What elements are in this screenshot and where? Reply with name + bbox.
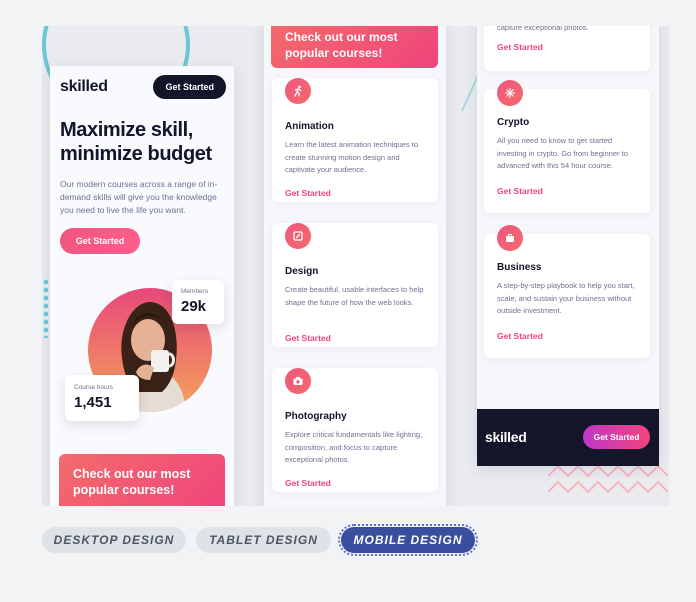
course-description: Explore critical fundamentals like light… [285,430,423,464]
course-card-animation: Animation Learn the latest animation tec… [272,78,438,202]
course-title: Business [497,262,542,273]
course-title: Photography [285,411,347,422]
tab-tablet-design[interactable]: TABLET DESIGN [196,527,331,553]
popular-courses-banner-2: Check out our most popular courses! [271,26,438,68]
members-value: 29k [181,298,207,315]
briefcase-icon [497,225,523,251]
members-stat-card: Members 29k [172,280,224,324]
mobile-screen-courses: Check out our most popular courses! Anim… [264,26,446,506]
course-get-started-link[interactable]: Get Started [497,331,543,341]
course-get-started-link[interactable]: Get Started [285,478,331,488]
course-description: Create beautiful, usable interfaces to h… [285,285,424,307]
popular-courses-text: Check out our most popular courses! [73,467,191,497]
crypto-icon [497,80,523,106]
course-card-photography-end: capture exceptional photos. Get Started [484,26,650,71]
camera-icon [285,368,311,394]
course-card-crypto: Crypto All you need to know to get start… [484,80,650,213]
popular-courses-banner: Check out our most popular courses! [59,454,225,506]
decorative-zigzag [548,464,668,494]
course-title: Design [285,266,319,277]
footer-get-started-button[interactable]: Get Started [583,425,650,449]
course-get-started-link[interactable]: Get Started [497,42,543,52]
course-hours-label: Course hours [74,384,114,391]
running-figure-icon [285,78,311,104]
course-hours-value: 1,451 [74,394,112,411]
mobile-screen-footer: capture exceptional photos. Get Started … [477,26,659,466]
course-description: All you need to know to get started inve… [497,136,628,170]
course-card-design: Design Create beautiful, usable interfac… [272,223,438,347]
footer: skilled Get Started [477,409,659,466]
course-hours-stat-card: Course hours 1,451 [65,375,139,421]
preview-stage: skilled Get Started Maximize skill, mini… [42,26,669,506]
logo: skilled [60,78,108,95]
popular-courses-text-2: Check out our most popular courses! [285,30,398,60]
nav-get-started-button[interactable]: Get Started [153,75,226,99]
tab-desktop-design[interactable]: DESKTOP DESIGN [42,527,186,553]
tab-mobile-design[interactable]: MOBILE DESIGN [338,524,478,556]
course-get-started-link[interactable]: Get Started [285,333,331,343]
hero-title: Maximize skill, minimize budget [60,119,212,165]
design-tool-icon [285,223,311,249]
course-get-started-link[interactable]: Get Started [497,186,543,196]
course-title: Animation [285,121,334,132]
course-description: Learn the latest animation techniques to… [285,140,419,174]
hero-description: Our modern courses across a range of in-… [60,179,218,215]
course-title: Crypto [497,117,530,128]
course-get-started-link[interactable]: Get Started [285,188,331,198]
course-description: capture exceptional photos. [497,26,589,32]
members-label: Members [181,288,209,295]
footer-logo: skilled [485,429,527,445]
hero-get-started-button[interactable]: Get Started [60,228,140,254]
course-card-business: Business A step-by-step playbook to help… [484,225,650,358]
navbar: skilled Get Started [60,74,226,100]
course-card-photography: Photography Explore critical fundamental… [272,368,438,492]
mobile-screen-hero: skilled Get Started Maximize skill, mini… [50,66,234,506]
course-description: A step-by-step playbook to help you star… [497,281,635,315]
